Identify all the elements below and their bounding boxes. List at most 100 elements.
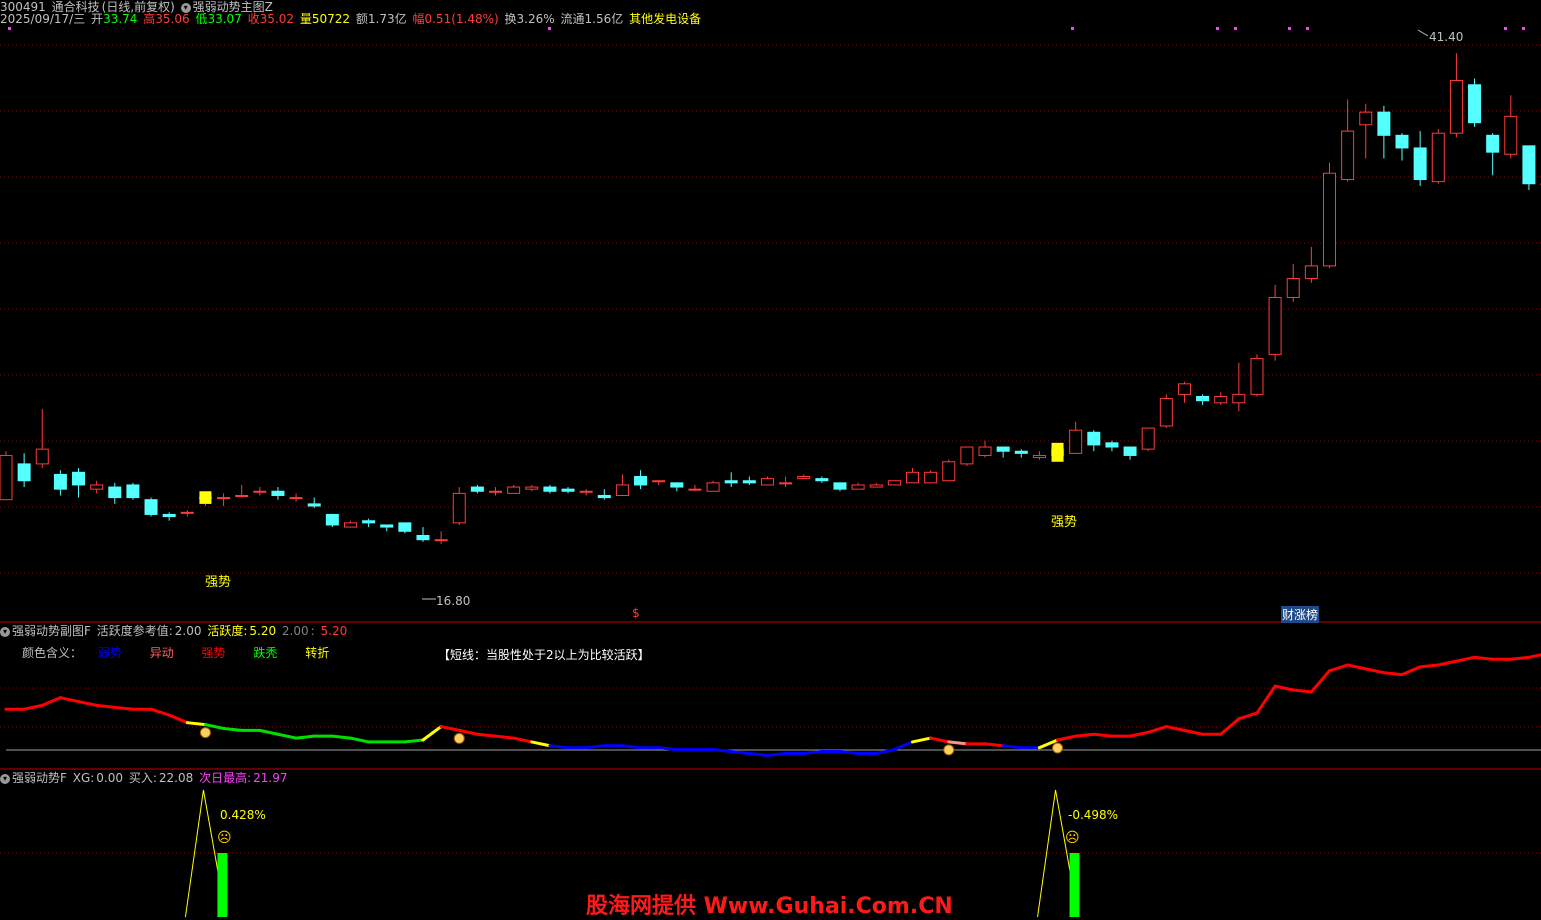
strength-line-segment bbox=[1164, 725, 1186, 732]
strength-line-segment bbox=[113, 705, 135, 711]
strength-line-segment bbox=[765, 751, 788, 757]
signal-bar bbox=[217, 853, 228, 917]
strength-line-segment bbox=[1473, 655, 1495, 661]
candle-body bbox=[597, 494, 611, 499]
dropdown-icon[interactable]: ▾ bbox=[0, 626, 10, 637]
strength-line-segment bbox=[95, 703, 117, 709]
candle-body bbox=[470, 486, 484, 492]
candle-body bbox=[1449, 80, 1463, 134]
strength-line-segment bbox=[530, 740, 552, 748]
caizhangbang-button[interactable]: 财涨榜 bbox=[1281, 606, 1320, 623]
candle-body bbox=[924, 471, 938, 484]
signal-dot bbox=[548, 27, 551, 30]
sub2-header: ▾ 强弱动势F XG: 0.00 买入: 22.08 次日最高: 21.97 bbox=[0, 771, 289, 785]
sub2-buy-label: 买入: bbox=[128, 771, 157, 785]
candle-body bbox=[742, 480, 756, 484]
signal-bar bbox=[1069, 853, 1080, 917]
sub2-title[interactable]: 强弱动势F bbox=[12, 771, 67, 785]
candle-body bbox=[507, 486, 521, 494]
strength-line-segment bbox=[1454, 655, 1477, 663]
candle-body bbox=[1468, 84, 1482, 124]
signal-candle bbox=[1051, 442, 1064, 462]
sub2-pct-1: 0.428% bbox=[220, 808, 266, 822]
strength-line-segment bbox=[838, 750, 860, 755]
money-bag-icon bbox=[199, 727, 211, 739]
strength-line-segment bbox=[149, 707, 171, 717]
candle-body bbox=[579, 490, 593, 493]
legend-title: 颜色含义： bbox=[22, 646, 83, 660]
candle-body bbox=[289, 497, 303, 500]
candle-body bbox=[1232, 393, 1246, 404]
candle-body bbox=[906, 471, 919, 484]
candle-body bbox=[851, 484, 865, 490]
candle-body bbox=[1359, 111, 1373, 126]
strength-line-segment bbox=[1309, 669, 1331, 694]
strength-line-segment bbox=[40, 696, 62, 707]
strength-line-segment bbox=[1146, 725, 1168, 734]
candle-body bbox=[1522, 145, 1536, 185]
strength-line-segment bbox=[403, 738, 425, 744]
candle-body bbox=[325, 513, 339, 526]
strength-line-segment bbox=[421, 725, 443, 742]
candle-body bbox=[1268, 296, 1282, 355]
sub1-v2: 2.00 bbox=[281, 624, 309, 638]
candle-body bbox=[670, 482, 684, 488]
strength-line-segment bbox=[1255, 684, 1277, 715]
strength-line-segment bbox=[729, 750, 751, 755]
strength-line-segment bbox=[58, 696, 81, 704]
candle-body bbox=[797, 476, 811, 480]
candle-body bbox=[833, 482, 847, 490]
candle-body bbox=[815, 478, 829, 482]
strength-line-segment bbox=[276, 732, 298, 740]
strength-line-segment bbox=[711, 748, 733, 754]
sub2-pct-2: -0.498% bbox=[1068, 808, 1119, 822]
signal-dot bbox=[1306, 27, 1309, 30]
candle-body bbox=[90, 484, 104, 490]
strength-line-segment bbox=[1418, 663, 1440, 669]
candle-body bbox=[724, 480, 738, 484]
candle-body bbox=[996, 446, 1010, 452]
strength-line-segment bbox=[512, 736, 534, 744]
candle-body bbox=[634, 476, 648, 486]
candle-body bbox=[525, 486, 539, 490]
legend-drop: 跌秃 bbox=[253, 646, 278, 660]
candle-body bbox=[706, 482, 720, 492]
strength-line-segment bbox=[1382, 671, 1404, 677]
candle-body bbox=[72, 471, 86, 486]
strength-line-segment bbox=[657, 746, 679, 752]
strength-line-segment bbox=[22, 703, 44, 711]
strength-line-segment bbox=[1509, 655, 1531, 661]
strength-line-segment bbox=[911, 736, 933, 744]
signal-dot bbox=[1216, 27, 1219, 30]
strength-line-segment bbox=[185, 721, 207, 727]
strong-label-1: 强势 bbox=[205, 575, 232, 590]
candle-body bbox=[942, 461, 956, 482]
candle-body bbox=[1014, 450, 1028, 454]
candle-body bbox=[1341, 130, 1355, 181]
strength-line-segment bbox=[1273, 684, 1295, 692]
min-price-label: 16.80 bbox=[436, 594, 471, 608]
candle-body bbox=[1304, 265, 1318, 280]
strength-line-segment bbox=[1074, 732, 1096, 738]
strength-line-segment bbox=[1364, 667, 1386, 675]
signal-dot bbox=[1234, 27, 1237, 30]
sub1-title[interactable]: 强弱动势副图F bbox=[12, 624, 91, 638]
candle-body bbox=[887, 480, 901, 486]
money-bag-icon bbox=[943, 744, 955, 756]
candle-body bbox=[615, 484, 629, 496]
candle-body bbox=[416, 534, 430, 541]
strength-line-segment bbox=[1291, 688, 1313, 694]
candle-body bbox=[1322, 172, 1336, 267]
strength-line-segment bbox=[77, 700, 99, 707]
candle-body bbox=[1286, 278, 1300, 298]
strength-line-segment bbox=[222, 726, 244, 732]
strength-line-segment bbox=[947, 740, 969, 746]
candle-body bbox=[1159, 398, 1173, 427]
candle-body bbox=[1141, 427, 1155, 450]
dropdown-icon[interactable]: ▾ bbox=[0, 773, 10, 784]
strength-line-segment bbox=[1128, 730, 1150, 738]
legend-turn: 转折 bbox=[305, 646, 330, 660]
max-arrow bbox=[1417, 29, 1429, 37]
signal-dot bbox=[1522, 27, 1525, 30]
candle-body bbox=[1196, 395, 1210, 402]
